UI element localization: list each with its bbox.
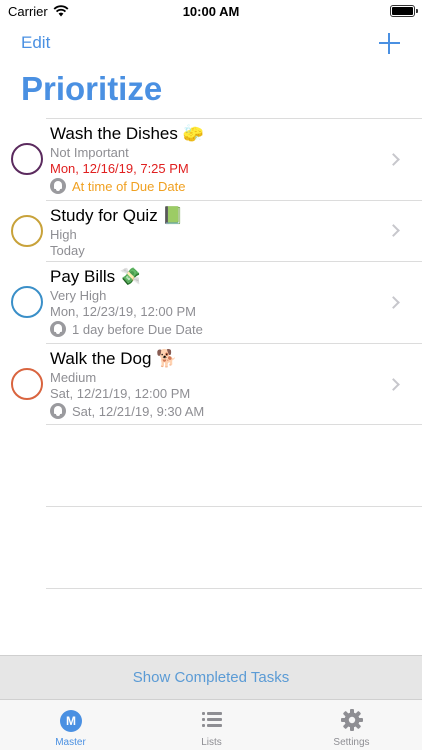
task-completion-circle[interactable] <box>11 368 43 400</box>
bell-icon <box>50 321 66 337</box>
master-icon: M <box>60 710 82 732</box>
plus-icon[interactable] <box>379 33 400 54</box>
task-reminder-text: At time of Due Date <box>72 178 186 194</box>
task-priority: Medium <box>50 370 97 385</box>
task-priority: Not Important <box>50 145 129 160</box>
bell-icon <box>50 403 66 419</box>
edit-button[interactable]: Edit <box>21 33 50 53</box>
task-due-date: Mon, 12/16/19, 7:25 PM <box>50 161 189 176</box>
tab-label: Master <box>55 737 86 748</box>
page-title: Prioritize <box>21 70 163 107</box>
tab-settings[interactable]: Settings <box>281 700 422 750</box>
task-completion-circle[interactable] <box>11 143 43 175</box>
task-reminder: Sat, 12/21/19, 9:30 AM <box>50 403 204 419</box>
task-priority: Very High <box>50 288 107 303</box>
task-title: Pay Bills 💸 <box>50 267 142 286</box>
task-title: Walk the Dog 🐕 <box>50 349 178 368</box>
divider <box>46 424 422 425</box>
tab-lists[interactable]: Lists <box>141 700 282 750</box>
chevron-right-icon <box>387 224 400 237</box>
chevron-right-icon <box>387 296 400 309</box>
task-completion-circle[interactable] <box>11 286 43 318</box>
settings-icon <box>341 709 363 731</box>
task-row[interactable]: Study for Quiz 📗 High Today <box>0 201 422 261</box>
divider <box>46 506 422 507</box>
show-completed-tasks-label: Show Completed Tasks <box>132 669 290 686</box>
task-reminder-text: 1 day before Due Date <box>72 321 203 337</box>
chevron-right-icon <box>387 378 400 391</box>
divider <box>46 588 422 589</box>
tab-label: Lists <box>201 737 222 748</box>
chevron-right-icon <box>387 153 400 166</box>
lists-icon <box>202 711 222 729</box>
task-row[interactable]: Pay Bills 💸 Very High Mon, 12/23/19, 12:… <box>0 262 422 343</box>
task-completion-circle[interactable] <box>11 215 43 247</box>
status-bar: Carrier 10:00 AM <box>0 0 422 24</box>
task-due-date: Today <box>50 243 85 258</box>
tab-label: Settings <box>333 737 370 748</box>
task-due-date: Mon, 12/23/19, 12:00 PM <box>50 304 196 319</box>
bell-icon <box>50 178 66 194</box>
tab-bar: M Master Lists Settings <box>0 699 422 750</box>
task-title: Wash the Dishes 🧽 <box>50 124 204 143</box>
show-completed-tasks-button[interactable]: Show Completed Tasks <box>0 655 422 699</box>
task-due-date: Sat, 12/21/19, 12:00 PM <box>50 386 191 401</box>
task-reminder: At time of Due Date <box>50 178 185 194</box>
task-reminder-text: Sat, 12/21/19, 9:30 AM <box>72 403 205 419</box>
task-row[interactable]: Wash the Dishes 🧽 Not Important Mon, 12/… <box>0 119 422 200</box>
task-priority: High <box>50 227 77 242</box>
clock: 10:00 AM <box>182 4 240 19</box>
task-row[interactable]: Walk the Dog 🐕 Medium Sat, 12/21/19, 12:… <box>0 344 422 424</box>
task-title: Study for Quiz 📗 <box>50 206 184 225</box>
task-reminder: 1 day before Due Date <box>50 321 203 337</box>
tab-master[interactable]: M Master <box>0 700 141 750</box>
battery-icon <box>390 5 418 17</box>
